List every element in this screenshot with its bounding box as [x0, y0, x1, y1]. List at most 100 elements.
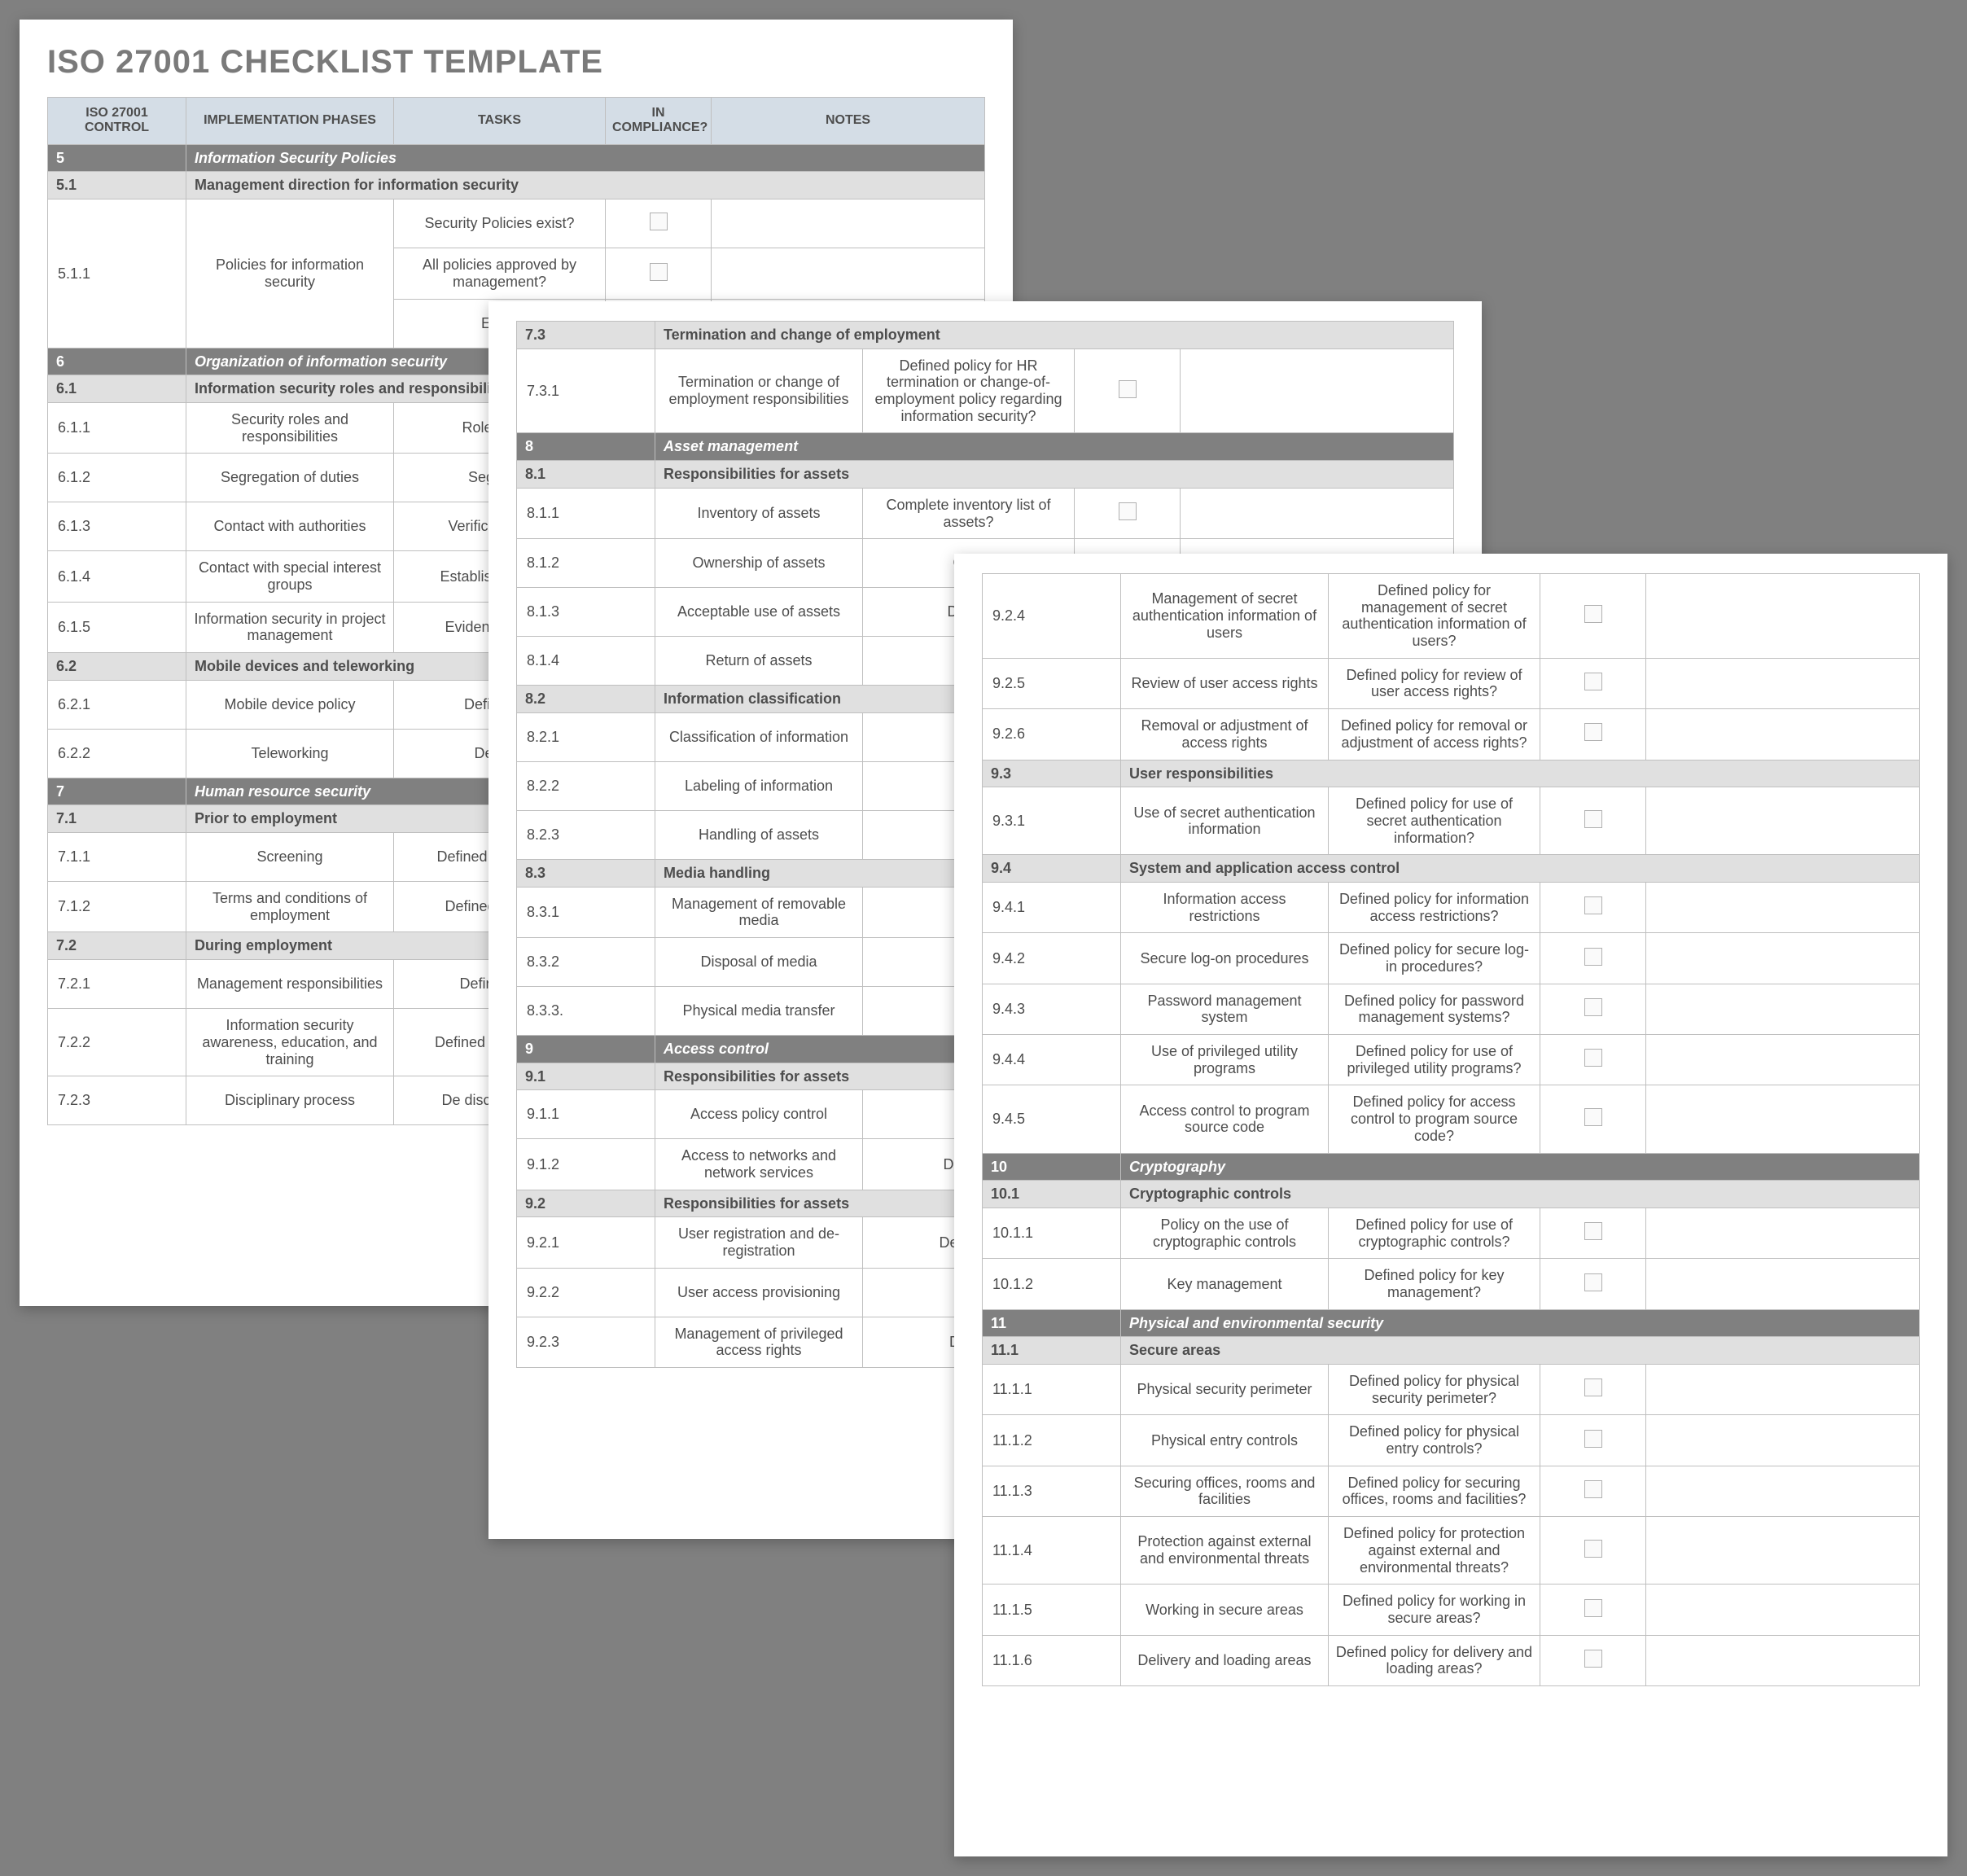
task-cell: Security Policies exist?	[394, 199, 606, 248]
section-id: 7	[48, 778, 186, 805]
table-row: 9.3.1Use of secret authentication inform…	[983, 787, 1920, 855]
task-cell: Complete inventory list of assets?	[863, 488, 1075, 538]
task-cell: All policies approved by management?	[394, 248, 606, 299]
subsection-label: Management direction for information sec…	[186, 172, 985, 199]
phase-cell: Management of secret authentication info…	[1121, 574, 1329, 659]
phase-cell: Classification of information	[655, 712, 863, 761]
phase-cell: Mobile device policy	[186, 680, 394, 729]
subsection-id: 7.3	[517, 322, 655, 349]
checkbox-icon[interactable]	[1584, 1273, 1602, 1291]
control-id: 9.1.2	[517, 1139, 655, 1190]
control-id: 7.2.3	[48, 1076, 186, 1125]
task-cell: Defined policy for physical entry contro…	[1329, 1415, 1540, 1466]
table-row: 8.1.1Inventory of assetsComplete invento…	[517, 488, 1454, 538]
phase-cell: Handling of assets	[655, 810, 863, 859]
section-id: 11	[983, 1309, 1121, 1337]
checkbox-icon[interactable]	[1584, 896, 1602, 914]
notes-cell	[1646, 984, 1920, 1034]
control-id: 7.1.1	[48, 833, 186, 882]
control-id: 11.1.1	[983, 1365, 1121, 1415]
checkbox-icon[interactable]	[1584, 605, 1602, 623]
subsection-row: 8.1Responsibilities for assets	[517, 461, 1454, 489]
task-cell: Defined policy for securing offices, roo…	[1329, 1466, 1540, 1516]
col-notes: NOTES	[712, 98, 985, 145]
phase-cell: Information security awareness, educatio…	[186, 1009, 394, 1076]
checkbox-icon[interactable]	[1584, 1108, 1602, 1126]
checkbox-icon[interactable]	[1584, 1650, 1602, 1668]
checkbox-icon[interactable]	[1584, 673, 1602, 690]
task-cell: Defined policy for access control to pro…	[1329, 1085, 1540, 1153]
checkbox-icon[interactable]	[1119, 380, 1137, 398]
checkbox-icon[interactable]	[1584, 1049, 1602, 1067]
control-id: 6.2.2	[48, 729, 186, 778]
checkbox-icon[interactable]	[1584, 810, 1602, 828]
checkbox-icon[interactable]	[1584, 1540, 1602, 1558]
table-row: 11.1.2Physical entry controlsDefined pol…	[983, 1415, 1920, 1466]
checkbox-icon[interactable]	[650, 213, 668, 230]
subsection-id: 9.3	[983, 760, 1121, 787]
checkbox-icon[interactable]	[650, 263, 668, 281]
phase-cell: Contact with special interest groups	[186, 551, 394, 602]
control-id: 9.2.5	[983, 658, 1121, 708]
notes-cell	[1646, 1415, 1920, 1466]
control-id: 9.2.4	[983, 574, 1121, 659]
phase-cell: Access policy control	[655, 1090, 863, 1139]
control-id: 7.3.1	[517, 348, 655, 433]
phase-cell: Ownership of assets	[655, 539, 863, 588]
phase-cell: Information access restrictions	[1121, 882, 1329, 932]
col-compliance: IN COMPLIANCE?	[606, 98, 712, 145]
task-cell: Defined policy for physical security per…	[1329, 1365, 1540, 1415]
document-title: ISO 27001 CHECKLIST TEMPLATE	[47, 44, 985, 81]
compliance-cell	[1540, 984, 1646, 1034]
control-id: 11.1.6	[983, 1635, 1121, 1685]
phase-cell: Terms and conditions of employment	[186, 882, 394, 932]
table-row: 7.3.1Termination or change of employment…	[517, 348, 1454, 433]
phase-cell: Information security in project manageme…	[186, 602, 394, 652]
control-id: 8.2.2	[517, 761, 655, 810]
control-id: 9.1.1	[517, 1090, 655, 1139]
subsection-row: 10.1Cryptographic controls	[983, 1181, 1920, 1208]
task-cell: Defined policy for removal or adjustment…	[1329, 709, 1540, 760]
section-label: Physical and environmental security	[1121, 1309, 1920, 1337]
table-row: 5.1.1Policies for information securitySe…	[48, 199, 985, 248]
notes-cell	[1646, 1365, 1920, 1415]
subsection-id: 9.2	[517, 1190, 655, 1217]
checkbox-icon[interactable]	[1584, 1480, 1602, 1498]
phase-cell: Return of assets	[655, 637, 863, 686]
task-cell: Defined policy for password management s…	[1329, 984, 1540, 1034]
checkbox-icon[interactable]	[1584, 998, 1602, 1016]
checkbox-icon[interactable]	[1584, 723, 1602, 741]
control-id: 6.1.1	[48, 402, 186, 453]
compliance-cell	[1540, 574, 1646, 659]
subsection-id: 6.2	[48, 653, 186, 681]
control-id: 6.1.5	[48, 602, 186, 652]
checkbox-icon[interactable]	[1584, 948, 1602, 966]
table-row: 11.1.5Working in secure areasDefined pol…	[983, 1585, 1920, 1635]
notes-cell	[1181, 348, 1454, 433]
subsection-label: Responsibilities for assets	[655, 461, 1454, 489]
checklist-table-3: 9.2.4Management of secret authentication…	[982, 573, 1920, 1686]
notes-cell	[1646, 1517, 1920, 1585]
checkbox-icon[interactable]	[1584, 1222, 1602, 1240]
control-id: 7.2.1	[48, 960, 186, 1009]
section-id: 10	[983, 1153, 1121, 1181]
compliance-cell	[1540, 1466, 1646, 1516]
checkbox-icon[interactable]	[1584, 1379, 1602, 1396]
phase-cell: Physical security perimeter	[1121, 1365, 1329, 1415]
notes-cell	[1646, 574, 1920, 659]
notes-cell	[712, 199, 985, 248]
table-row: 11.1.3Securing offices, rooms and facili…	[983, 1466, 1920, 1516]
compliance-cell	[1540, 1415, 1646, 1466]
phase-cell: Delivery and loading areas	[1121, 1635, 1329, 1685]
subsection-label: User responsibilities	[1121, 760, 1920, 787]
checkbox-icon[interactable]	[1584, 1430, 1602, 1448]
checkbox-icon[interactable]	[1584, 1599, 1602, 1617]
control-id: 8.3.1	[517, 887, 655, 937]
checkbox-icon[interactable]	[1119, 502, 1137, 520]
section-id: 9	[517, 1035, 655, 1063]
subsection-id: 8.3	[517, 859, 655, 887]
section-row: 10Cryptography	[983, 1153, 1920, 1181]
control-id: 9.4.5	[983, 1085, 1121, 1153]
notes-cell	[1646, 1208, 1920, 1258]
phase-cell: Protection against external and environm…	[1121, 1517, 1329, 1585]
